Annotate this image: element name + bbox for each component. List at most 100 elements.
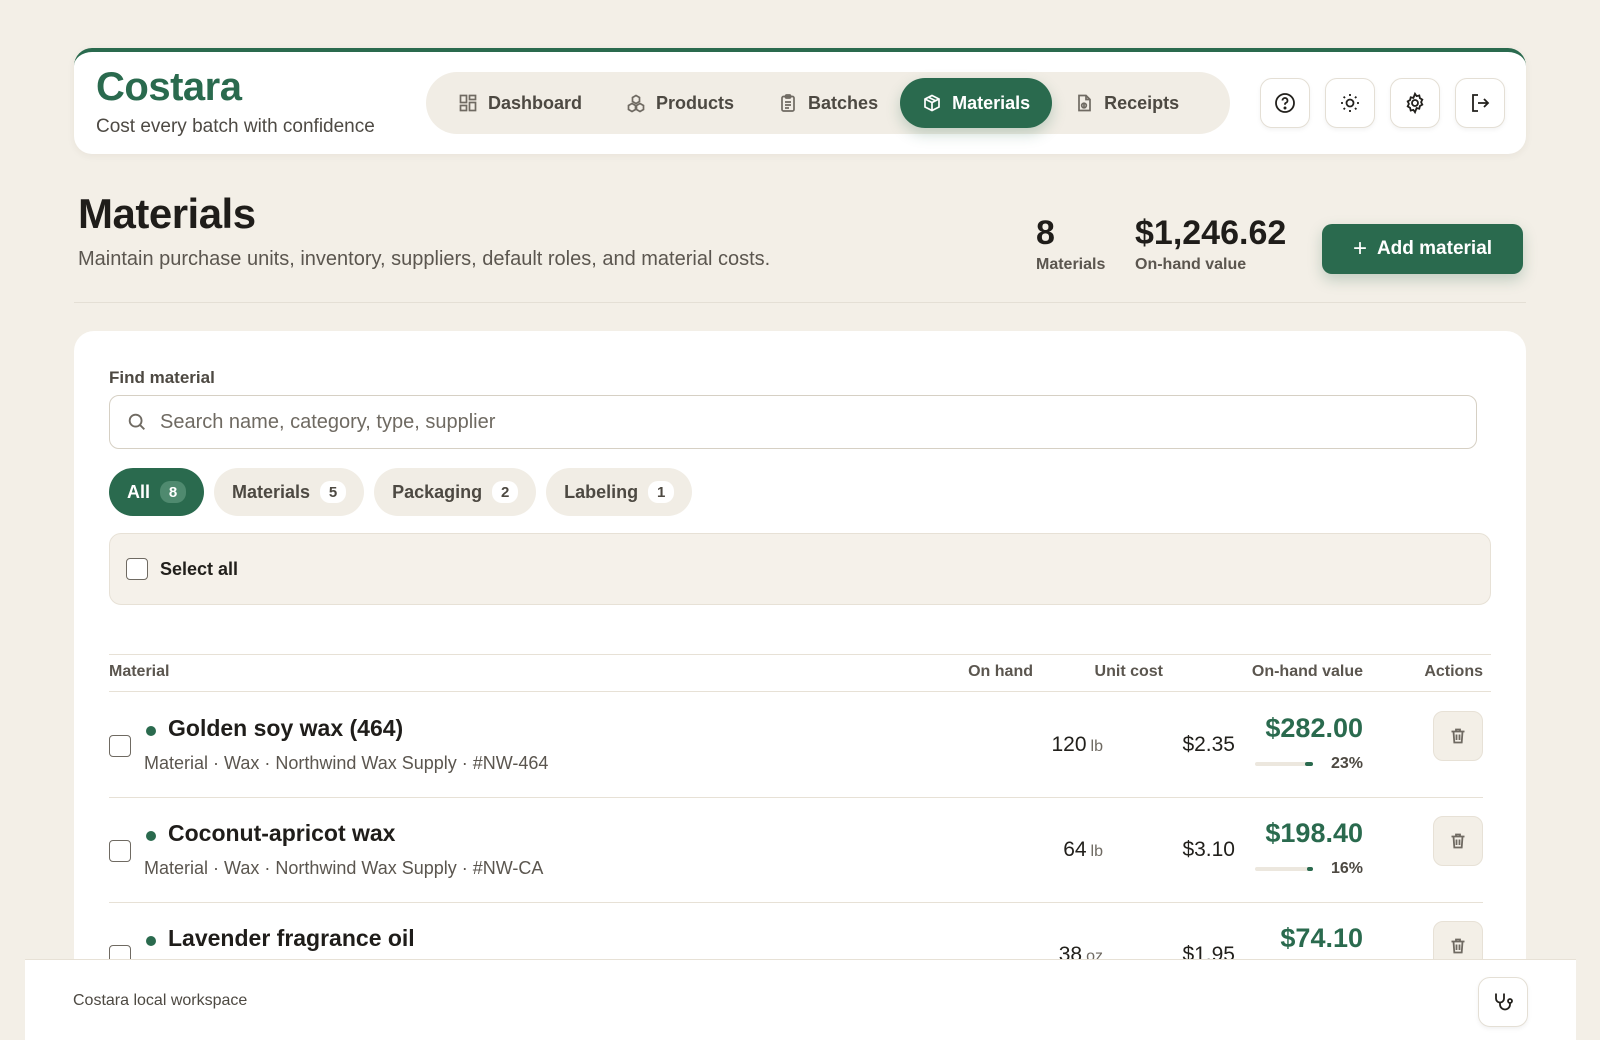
- delete-button[interactable]: [1433, 816, 1483, 866]
- settings-button[interactable]: [1390, 78, 1440, 128]
- page-subtitle: Maintain purchase units, inventory, supp…: [78, 248, 771, 270]
- nav-products-label: Products: [656, 92, 735, 113]
- nav-materials-label: Materials: [952, 92, 1031, 113]
- logout-icon: [1468, 91, 1492, 115]
- nav-receipts-label: Receipts: [1104, 92, 1180, 113]
- nav-products[interactable]: Products: [604, 78, 756, 128]
- select-all-label[interactable]: Select all: [160, 559, 238, 580]
- share-bar: [1254, 867, 1313, 871]
- value-share: 16%: [1254, 860, 1363, 878]
- stat-label: Materials: [1036, 256, 1106, 273]
- row-checkbox[interactable]: [109, 735, 131, 757]
- products-icon: [626, 93, 646, 113]
- trash-icon: [1448, 726, 1468, 746]
- filter-packaging[interactable]: Packaging 2: [374, 468, 537, 516]
- search-icon: [126, 411, 148, 433]
- add-material-button[interactable]: + Add material: [1322, 224, 1523, 274]
- filter-chips: All 8 Materials 5 Packaging 2 Labeling 1: [109, 468, 693, 516]
- dashboard-icon: [458, 93, 478, 113]
- column-header-value[interactable]: On-hand value: [1252, 663, 1363, 681]
- value-share: 23%: [1254, 755, 1363, 773]
- row-checkbox[interactable]: [109, 840, 131, 862]
- settings-icon: [1403, 91, 1427, 115]
- share-percent: 23%: [1330, 755, 1363, 772]
- stethoscope-icon: [1491, 990, 1515, 1014]
- nav-receipts[interactable]: Receipts: [1052, 78, 1201, 128]
- filter-count: 2: [492, 481, 519, 503]
- filter-all[interactable]: All 8: [109, 468, 205, 516]
- on-hand-value: $282.00: [1265, 713, 1363, 743]
- material-name[interactable]: Golden soy wax (464): [168, 715, 403, 742]
- nav-dashboard-label: Dashboard: [488, 92, 583, 113]
- page-title: Materials: [78, 190, 256, 237]
- search-input[interactable]: [160, 410, 1450, 434]
- unit-label: lb: [1090, 738, 1103, 755]
- filter-count: 5: [320, 481, 347, 503]
- filter-count: 8: [160, 481, 187, 503]
- stat-materials-count: 8 Materials: [1036, 214, 1105, 274]
- trash-icon: [1448, 831, 1468, 851]
- diagnostics-button[interactable]: [1478, 977, 1528, 1027]
- clipboard-icon: [778, 93, 798, 113]
- filter-label: Labeling: [564, 481, 639, 502]
- unit-cost: $2.35: [1182, 733, 1235, 756]
- material-meta: Material · Wax · Northwind Wax Supply · …: [144, 858, 544, 878]
- delete-button[interactable]: [1433, 711, 1483, 761]
- logout-button[interactable]: [1455, 78, 1505, 128]
- search-box: [109, 395, 1477, 449]
- filter-count: 1: [648, 481, 675, 503]
- receipt-icon: [1074, 93, 1094, 113]
- materials-card: Find material All 8 Materials 5 Packagin…: [74, 331, 1526, 1040]
- package-icon: [922, 93, 942, 113]
- theme-icon: [1338, 91, 1362, 115]
- nav-batches-label: Batches: [808, 92, 879, 113]
- brand: Costara Cost every batch with confidence: [96, 64, 375, 138]
- table-header: Material On hand Unit cost On-hand value…: [109, 654, 1491, 692]
- main-nav: Dashboard Products Batches Materials Rec…: [426, 72, 1230, 134]
- filter-labeling[interactable]: Labeling 1: [546, 468, 693, 516]
- share-bar-fill: [1307, 867, 1313, 871]
- on-hand-qty: 120 lb: [1051, 733, 1104, 756]
- table-row[interactable]: Coconut-apricot wax Material · Wax · Nor…: [109, 798, 1483, 903]
- stat-label: On-hand value: [1135, 256, 1247, 273]
- share-percent: 16%: [1330, 860, 1363, 877]
- filter-label: All: [127, 481, 151, 502]
- footer: Costara local workspace: [25, 959, 1576, 1040]
- material-meta: Material · Wax · Northwind Wax Supply · …: [144, 753, 549, 773]
- stat-value: 8: [1036, 214, 1055, 252]
- plus-icon: +: [1352, 235, 1367, 262]
- material-name[interactable]: Coconut-apricot wax: [168, 820, 395, 847]
- column-header-on-hand[interactable]: On hand: [968, 663, 1033, 681]
- share-bar: [1254, 762, 1313, 766]
- stat-onhand-value: $1,246.62 On-hand value: [1135, 214, 1286, 274]
- help-icon: [1273, 91, 1297, 115]
- status-dot: [146, 831, 156, 841]
- filter-materials[interactable]: Materials 5: [214, 468, 365, 516]
- table-row[interactable]: Golden soy wax (464) Material · Wax · No…: [109, 693, 1483, 798]
- unit-label: lb: [1090, 843, 1103, 860]
- filter-label: Materials: [232, 481, 311, 502]
- select-all-checkbox[interactable]: [126, 558, 148, 580]
- column-header-material[interactable]: Material: [109, 663, 169, 681]
- brand-tagline: Cost every batch with confidence: [96, 116, 375, 137]
- on-hand-qty: 64 lb: [1063, 838, 1103, 861]
- footer-text: Costara local workspace: [73, 992, 248, 1009]
- stat-value: $1,246.62: [1135, 214, 1287, 252]
- trash-icon: [1448, 936, 1468, 956]
- theme-toggle-button[interactable]: [1325, 78, 1375, 128]
- bulk-select-bar: Select all: [109, 533, 1491, 605]
- nav-dashboard[interactable]: Dashboard: [436, 78, 604, 128]
- on-hand-value: $74.10: [1280, 923, 1363, 953]
- add-material-label: Add material: [1376, 238, 1493, 259]
- nav-batches[interactable]: Batches: [756, 78, 900, 128]
- top-bar: Costara Cost every batch with confidence…: [74, 48, 1526, 154]
- divider: [74, 302, 1526, 303]
- material-name[interactable]: Lavender fragrance oil: [168, 925, 415, 952]
- status-dot: [146, 936, 156, 946]
- column-header-unit-cost[interactable]: Unit cost: [1095, 663, 1163, 681]
- nav-materials[interactable]: Materials: [900, 78, 1053, 128]
- help-button[interactable]: [1260, 78, 1310, 128]
- search-label: Find material: [109, 368, 215, 387]
- status-dot: [146, 726, 156, 736]
- brand-name[interactable]: Costara: [96, 64, 375, 110]
